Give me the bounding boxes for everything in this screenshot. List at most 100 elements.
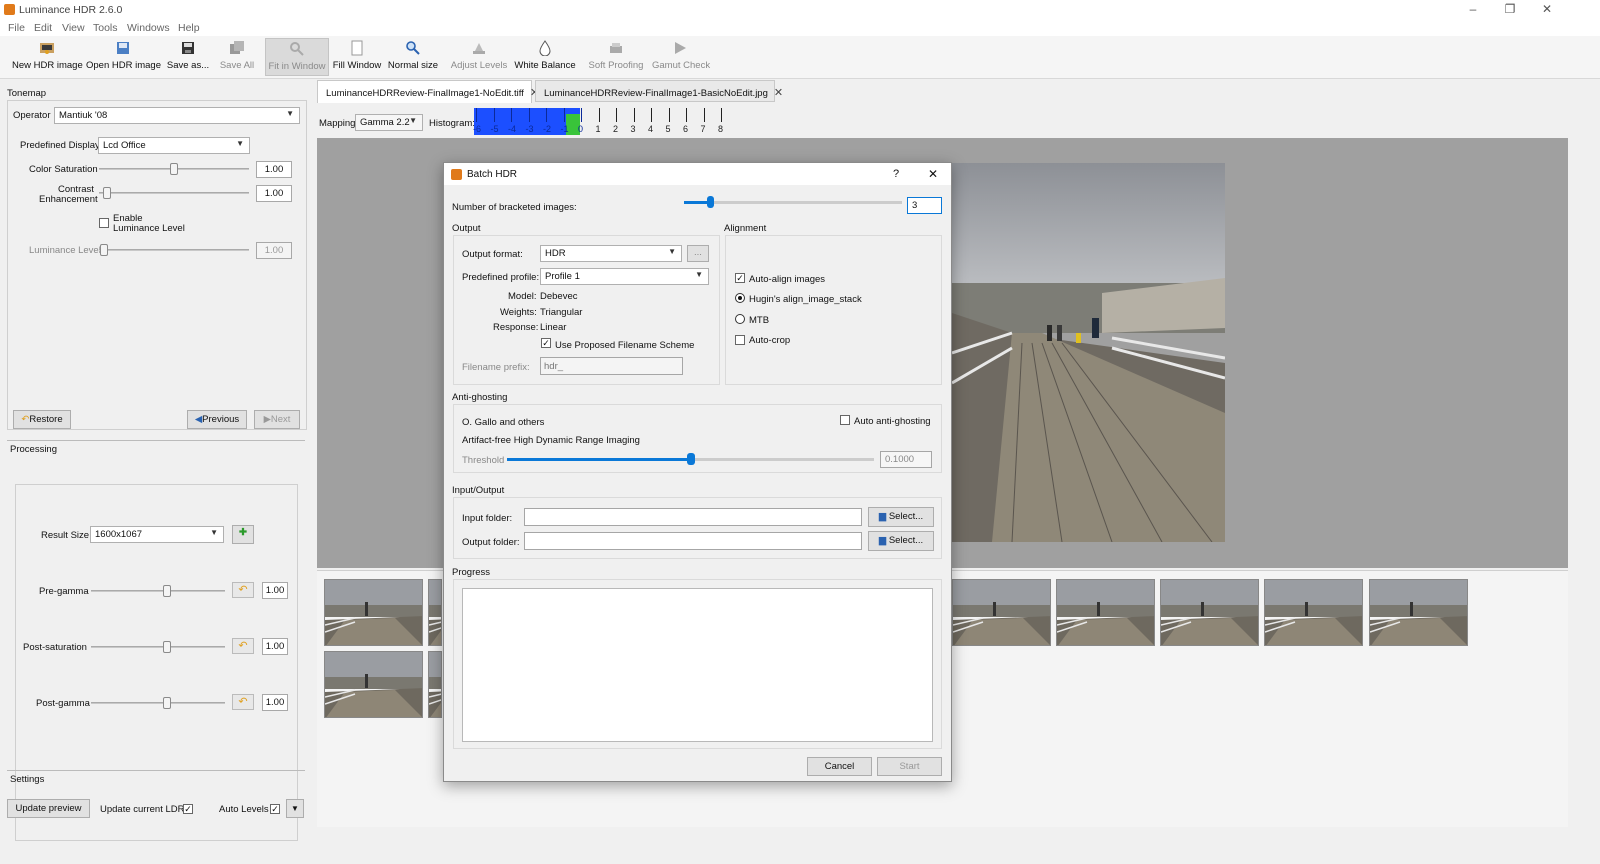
previous-button[interactable]: ◀Previous: [187, 410, 247, 429]
new-hdr-icon: [40, 43, 54, 54]
threshold-spin[interactable]: 0.1000: [880, 451, 932, 468]
start-button[interactable]: Start: [877, 757, 942, 776]
histogram-tick-label: 3: [630, 124, 636, 134]
save-all-button[interactable]: Save All: [216, 38, 258, 76]
next-button[interactable]: ▶Next: [254, 410, 300, 429]
auto-antighosting-checkbox[interactable]: [840, 415, 850, 425]
thumbnail-item[interactable]: [324, 651, 423, 718]
predefined-display-select[interactable]: Lcd Office ▼: [98, 137, 250, 154]
filename-prefix-input[interactable]: [540, 357, 683, 375]
menu-file[interactable]: File: [8, 22, 25, 34]
thumbnail-item[interactable]: [324, 579, 423, 646]
tab-basicnoedit-jpg[interactable]: LuminanceHDRReview-FinalImage1-BasicNoEd…: [535, 80, 783, 102]
update-current-ldr-checkbox[interactable]: ✓: [183, 804, 193, 814]
post-saturation-slider[interactable]: [91, 646, 225, 648]
output-folder-select-button[interactable]: ▆ Select...: [868, 531, 934, 551]
output-format-options-button[interactable]: ...: [687, 245, 709, 262]
tab-noedit-tiff[interactable]: LuminanceHDRReview-FinalImage1-NoEdit.ti…: [317, 80, 539, 103]
restore-button[interactable]: ↶Restore: [13, 410, 71, 429]
luminance-level-spin[interactable]: 1.00: [256, 242, 292, 259]
cancel-button[interactable]: Cancel: [807, 757, 872, 776]
progress-log[interactable]: [462, 588, 933, 742]
bracketed-slider-thumb[interactable]: [707, 196, 714, 208]
pre-gamma-reset-button[interactable]: ↶: [232, 582, 254, 598]
input-folder-field[interactable]: [524, 508, 862, 526]
input-folder-select-button[interactable]: ▆ Select...: [868, 507, 934, 527]
predefined-profile-select[interactable]: Profile 1 ▼: [540, 268, 709, 285]
thumbnail-item[interactable]: [1264, 579, 1363, 646]
add-size-button[interactable]: ✚: [232, 525, 254, 544]
contrast-spin[interactable]: 1.00: [256, 185, 292, 202]
post-gamma-spin[interactable]: 1.00: [262, 694, 288, 711]
restore-button[interactable]: ❐: [1495, 2, 1525, 16]
minimize-button[interactable]: –: [1458, 2, 1488, 16]
thumbnail-item[interactable]: [1369, 579, 1468, 646]
settings-section-title[interactable]: Settings: [10, 774, 44, 785]
contrast-slider[interactable]: [99, 192, 249, 194]
histogram-tick: [476, 108, 477, 122]
fill-window-icon: [351, 40, 363, 56]
post-saturation-thumb[interactable]: [163, 641, 171, 653]
white-balance-button[interactable]: White Balance: [514, 38, 576, 76]
bracketed-slider[interactable]: [684, 201, 902, 204]
fit-in-window-button[interactable]: Fit in Window: [265, 38, 329, 76]
menu-tools[interactable]: Tools: [93, 22, 118, 34]
menu-view[interactable]: View: [62, 22, 85, 34]
update-preview-button[interactable]: Update preview: [7, 799, 90, 818]
output-format-select[interactable]: HDR ▼: [540, 245, 682, 262]
pre-gamma-thumb[interactable]: [163, 585, 171, 597]
save-as-button[interactable]: Save as...: [165, 38, 211, 76]
processing-section-title[interactable]: Processing: [10, 444, 57, 455]
thumbnail-item[interactable]: [428, 651, 442, 718]
pre-gamma-spin[interactable]: 1.00: [262, 582, 288, 599]
auto-align-checkbox[interactable]: ✓: [735, 273, 745, 283]
close-button[interactable]: ✕: [1532, 2, 1562, 16]
thumbnail-item[interactable]: [1056, 579, 1155, 646]
gamut-check-button[interactable]: Gamut Check: [652, 38, 710, 76]
threshold-slider-fill: [507, 458, 691, 461]
result-size-select[interactable]: 1600x1067 ▼: [90, 526, 224, 543]
menu-edit[interactable]: Edit: [34, 22, 52, 34]
luminance-level-thumb[interactable]: [100, 244, 108, 256]
post-gamma-reset-button[interactable]: ↶: [232, 694, 254, 710]
bracketed-spin[interactable]: 3: [907, 197, 942, 214]
post-gamma-thumb[interactable]: [163, 697, 171, 709]
mtb-radio[interactable]: [735, 314, 745, 324]
thumbnail-item[interactable]: [952, 579, 1051, 646]
color-saturation-thumb[interactable]: [170, 163, 178, 175]
soft-proofing-button[interactable]: Soft Proofing: [588, 38, 644, 76]
fit-in-window-label: Fit in Window: [268, 61, 326, 72]
open-hdr-button[interactable]: Open HDR image: [86, 38, 161, 76]
fill-window-button[interactable]: Fill Window: [332, 38, 382, 76]
help-button[interactable]: ?: [893, 168, 899, 180]
post-saturation-reset-button[interactable]: ↶: [232, 638, 254, 654]
close-icon[interactable]: ✕: [774, 87, 783, 99]
output-folder-field[interactable]: [524, 532, 862, 550]
enable-luminance-checkbox[interactable]: [99, 218, 109, 228]
hugin-radio[interactable]: [735, 293, 745, 303]
adjust-levels-button[interactable]: Adjust Levels: [450, 38, 508, 76]
menu-windows[interactable]: Windows: [127, 22, 170, 34]
thumbnail-item[interactable]: [428, 579, 442, 646]
histogram-tick-label: 1: [595, 124, 601, 134]
pre-gamma-slider[interactable]: [91, 590, 225, 592]
auto-levels-checkbox[interactable]: ✓: [270, 804, 280, 814]
thumbnail-item[interactable]: [1160, 579, 1259, 646]
new-hdr-button[interactable]: New HDR image: [12, 38, 83, 76]
operator-select[interactable]: Mantiuk '08 ▼: [54, 107, 300, 124]
post-gamma-slider[interactable]: [91, 702, 225, 704]
contrast-thumb[interactable]: [102, 187, 111, 199]
auto-crop-checkbox[interactable]: [735, 335, 745, 345]
dialog-close-button[interactable]: ✕: [928, 167, 938, 181]
mapping-select[interactable]: Gamma 2.2 ▼: [355, 114, 423, 131]
color-saturation-spin[interactable]: 1.00: [256, 161, 292, 178]
threshold-slider-thumb[interactable]: [686, 453, 695, 465]
use-proposed-checkbox[interactable]: ✓: [541, 338, 551, 348]
normal-size-button[interactable]: Normal size: [387, 38, 439, 76]
auto-levels-menu-button[interactable]: ▼: [286, 799, 304, 818]
fit-window-icon: [290, 42, 304, 56]
white-balance-icon: [539, 40, 551, 56]
menu-help[interactable]: Help: [178, 22, 200, 34]
luminance-level-slider[interactable]: [99, 249, 249, 251]
post-saturation-spin[interactable]: 1.00: [262, 638, 288, 655]
